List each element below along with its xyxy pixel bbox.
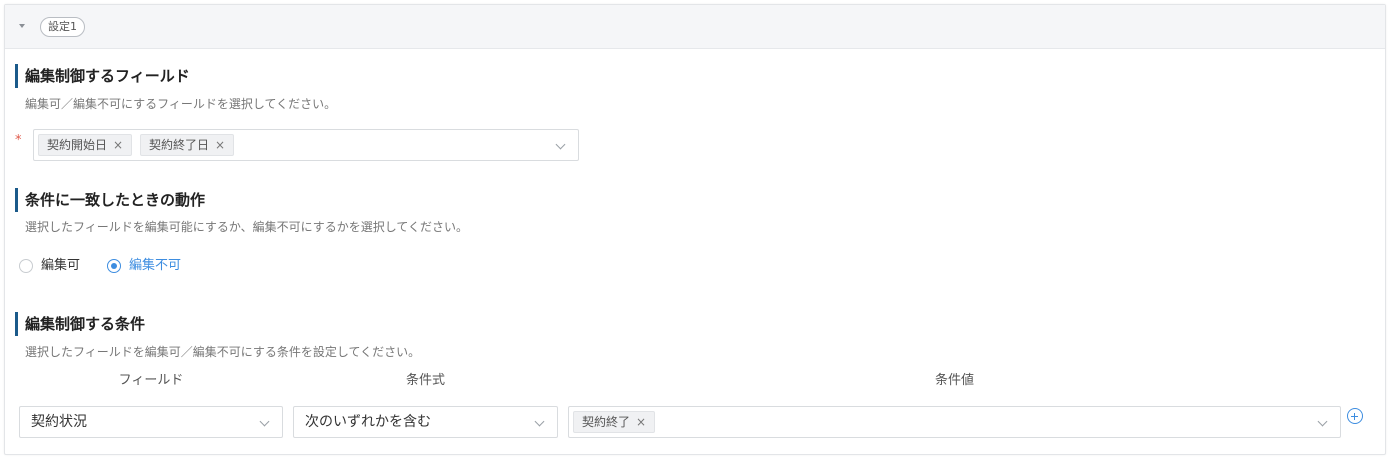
radio-label[interactable]: 編集不可 [129,256,181,276]
tag-contract-ended: 契約終了 × [573,411,656,433]
radio-circle[interactable] [19,259,33,273]
chevron-down-icon[interactable] [259,416,270,427]
section-desc-fields: 編集可／編集不可にするフィールドを選択してください。 [25,97,337,111]
tag-label: 契約開始日 [47,138,108,152]
tag-remove-icon[interactable]: × [636,415,646,429]
chevron-down-icon[interactable] [555,139,566,150]
chevron-down-icon[interactable] [534,416,545,427]
tag-label: 契約終了日 [149,138,210,152]
required-mark: * [15,133,22,148]
tag-contract-start: 契約開始日 × [38,134,133,156]
tag-contract-end: 契約終了日 × [140,134,235,156]
add-condition-icon[interactable] [1347,408,1363,424]
setting-chip: 設定1 [40,17,85,37]
selected-value: 契約状況 [31,414,87,430]
section-title-action: 条件に一致したときの動作 [15,188,205,212]
section-title-fields: 編集制御するフィールド [15,64,190,88]
tag-remove-icon[interactable]: × [215,138,225,152]
radio-label[interactable]: 編集可 [41,256,80,276]
panel-header[interactable]: 設定1 [5,5,1385,49]
radio-circle[interactable] [107,259,121,273]
section-desc-action: 選択したフィールドを編集可能にするか、編集不可にするかを選択してください。 [25,220,469,234]
collapse-caret-icon[interactable] [19,24,25,28]
column-header-field: フィールド [118,373,184,388]
fields-multiselect[interactable]: 契約開始日 × 契約終了日 × [33,129,579,161]
chevron-down-icon[interactable] [1317,416,1328,427]
section-desc-condition: 選択したフィールドを編集可／編集不可にする条件を設定してください。 [25,345,421,359]
tag-remove-icon[interactable]: × [113,138,123,152]
condition-operator-select[interactable]: 次のいずれかを含む [293,406,558,438]
tag-label: 契約終了 [582,415,631,429]
condition-field-select[interactable]: 契約状況 [19,406,283,438]
condition-value-multiselect[interactable]: 契約終了 × [568,406,1341,438]
section-title-condition: 編集制御する条件 [15,312,145,336]
column-header-operator: 条件式 [405,373,445,388]
column-header-value: 条件値 [934,373,974,388]
selected-value: 次のいずれかを含む [305,414,431,430]
